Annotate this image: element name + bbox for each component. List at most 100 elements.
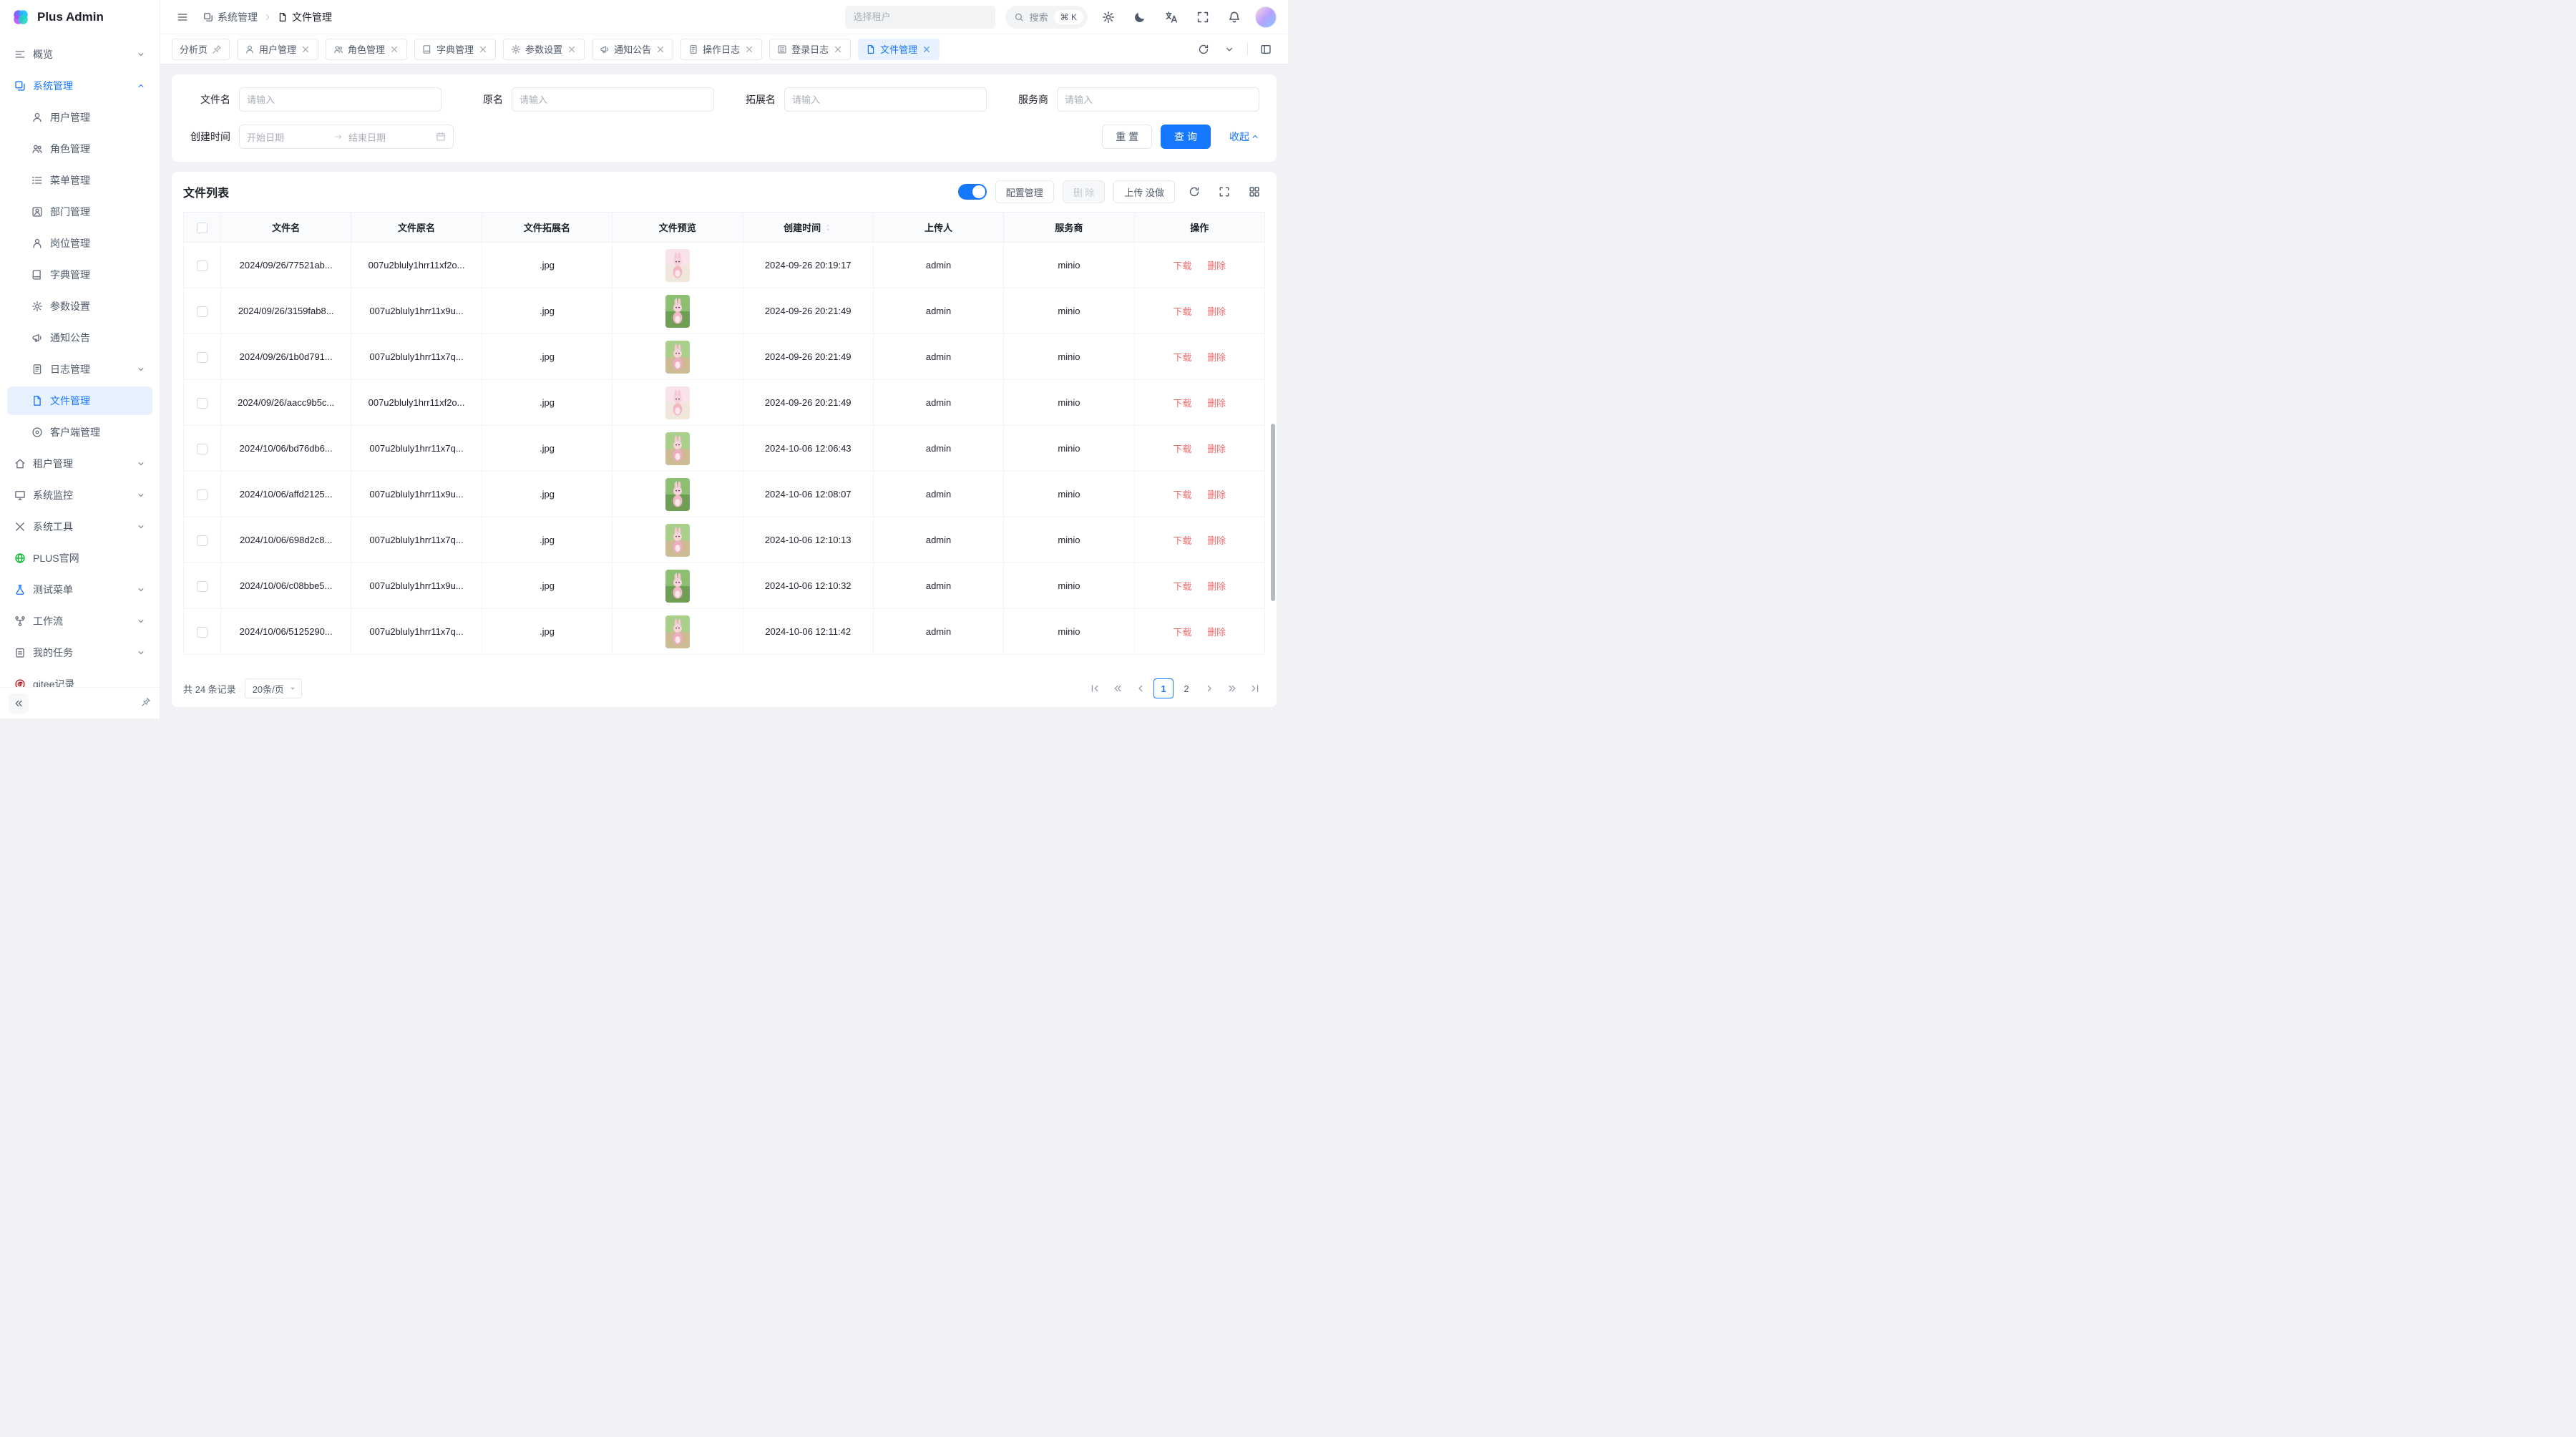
tab-op-log[interactable]: 操作日志 [680, 39, 762, 60]
filter-original-name-input[interactable] [512, 87, 714, 112]
row-delete-link[interactable]: 删除 [1207, 489, 1226, 500]
tab-menu-button[interactable] [1219, 39, 1240, 60]
upload-button[interactable]: 上传 没做 [1113, 180, 1175, 203]
page-number-1[interactable]: 1 [1153, 678, 1174, 698]
file-preview-thumbnail[interactable] [665, 386, 690, 419]
download-link[interactable]: 下载 [1173, 627, 1191, 638]
refresh-tab-button[interactable] [1193, 39, 1214, 60]
tab-close-icon[interactable] [655, 44, 665, 54]
collapse-filter-link[interactable]: 收起 [1229, 130, 1259, 144]
row-delete-link[interactable]: 删除 [1207, 581, 1226, 592]
download-link[interactable]: 下载 [1173, 398, 1191, 409]
sidebar-collapse-button[interactable] [9, 693, 29, 713]
config-management-button[interactable]: 配置管理 [995, 180, 1054, 203]
menu-toggle-button[interactable] [172, 6, 193, 28]
row-checkbox[interactable] [197, 489, 208, 500]
row-checkbox[interactable] [197, 398, 208, 409]
row-checkbox[interactable] [197, 627, 208, 638]
select-all-checkbox[interactable] [197, 223, 208, 233]
file-preview-thumbnail[interactable] [665, 524, 690, 557]
tab-close-icon[interactable] [478, 44, 488, 54]
row-delete-link[interactable]: 删除 [1207, 352, 1226, 363]
next-page-button[interactable] [1199, 678, 1219, 698]
file-preview-thumbnail[interactable] [665, 432, 690, 465]
tab-close-icon[interactable] [744, 44, 754, 54]
download-link[interactable]: 下载 [1173, 535, 1191, 546]
tab-close-icon[interactable] [389, 44, 399, 54]
sidebar-item-client-mgmt[interactable]: 客户端管理 [7, 418, 152, 447]
row-delete-link[interactable]: 删除 [1207, 535, 1226, 546]
file-preview-thumbnail[interactable] [665, 249, 690, 282]
row-delete-link[interactable]: 删除 [1207, 627, 1226, 638]
tab-close-icon[interactable] [301, 44, 311, 54]
sidebar-item-param-settings[interactable]: 参数设置 [7, 292, 152, 321]
sidebar-item-dept-mgmt[interactable]: 部门管理 [7, 198, 152, 226]
row-delete-link[interactable]: 删除 [1207, 260, 1226, 271]
tab-close-icon[interactable] [833, 44, 843, 54]
sidebar-item-post-mgmt[interactable]: 岗位管理 [7, 229, 152, 258]
download-link[interactable]: 下载 [1173, 581, 1191, 592]
sidebar-item-file-mgmt[interactable]: 文件管理 [7, 386, 152, 415]
row-delete-link[interactable]: 删除 [1207, 398, 1226, 409]
sidebar-item-log-mgmt[interactable]: 日志管理 [7, 355, 152, 384]
download-link[interactable]: 下载 [1173, 444, 1191, 454]
filter-file-name-input[interactable] [239, 87, 441, 112]
first-page-button[interactable] [1085, 678, 1105, 698]
filter-extension-input[interactable] [784, 87, 987, 112]
create-time-range-picker[interactable]: 开始日期 结束日期 [239, 125, 454, 149]
download-link[interactable]: 下载 [1173, 489, 1191, 500]
reset-button[interactable]: 重 置 [1102, 125, 1152, 149]
tab-file-mgmt[interactable]: 文件管理 [858, 39, 940, 60]
last-page-button[interactable] [1245, 678, 1265, 698]
tab-pin-icon[interactable] [212, 44, 222, 54]
file-preview-thumbnail[interactable] [665, 341, 690, 374]
global-search-button[interactable]: 搜索 ⌘ K [1005, 6, 1088, 29]
row-checkbox[interactable] [197, 260, 208, 271]
layout-panel-button[interactable] [1255, 39, 1277, 60]
sidebar-item-user-mgmt[interactable]: 用户管理 [7, 103, 152, 132]
page-size-select[interactable]: 20条/页 [245, 678, 302, 698]
tab-notice[interactable]: 通知公告 [592, 39, 673, 60]
fullscreen-button[interactable] [1192, 6, 1214, 28]
filter-provider-input[interactable] [1057, 87, 1259, 112]
download-link[interactable]: 下载 [1173, 352, 1191, 363]
sidebar-item-test-menu[interactable]: 测试菜单 [7, 575, 152, 604]
sidebar-item-menu-mgmt[interactable]: 菜单管理 [7, 166, 152, 195]
sidebar-item-my-tasks[interactable]: 我的任务 [7, 638, 152, 667]
tab-user-mgmt[interactable]: 用户管理 [237, 39, 318, 60]
page-number-2[interactable]: 2 [1176, 678, 1196, 698]
sidebar-item-system-tools[interactable]: 系统工具 [7, 512, 152, 541]
download-link[interactable]: 下载 [1173, 260, 1191, 271]
column-header[interactable]: 创建时间 [743, 213, 873, 243]
sidebar-item-gitee-record[interactable]: gitee记录 [7, 670, 152, 687]
notifications-button[interactable] [1224, 6, 1245, 28]
download-link[interactable]: 下载 [1173, 306, 1191, 317]
tab-analysis[interactable]: 分析页 [172, 39, 230, 60]
tab-dict-mgmt[interactable]: 字典管理 [414, 39, 496, 60]
tab-close-icon[interactable] [922, 44, 932, 54]
sidebar-item-overview[interactable]: 概览 [7, 40, 152, 69]
batch-delete-button[interactable]: 删 除 [1063, 180, 1106, 203]
table-scrollbar-thumb[interactable] [1271, 424, 1275, 601]
row-checkbox[interactable] [197, 444, 208, 454]
sidebar-item-system-monitor[interactable]: 系统监控 [7, 481, 152, 510]
row-checkbox[interactable] [197, 535, 208, 546]
file-preview-thumbnail[interactable] [665, 295, 690, 328]
query-button[interactable]: 查 询 [1161, 125, 1211, 149]
breadcrumb-system-mgmt[interactable]: 系统管理 [203, 10, 258, 24]
table-fullscreen-button[interactable] [1214, 181, 1235, 203]
row-checkbox[interactable] [197, 306, 208, 317]
user-avatar[interactable] [1255, 6, 1277, 28]
sidebar-item-plus-website[interactable]: PLUS官网 [7, 544, 152, 573]
sidebar-item-dict-mgmt[interactable]: 字典管理 [7, 260, 152, 289]
stripe-toggle[interactable] [958, 184, 987, 200]
sidebar-item-tenant-mgmt[interactable]: 租户管理 [7, 449, 152, 478]
table-refresh-button[interactable] [1184, 181, 1205, 203]
tab-role-mgmt[interactable]: 角色管理 [326, 39, 407, 60]
row-checkbox[interactable] [197, 581, 208, 592]
sidebar-item-notice[interactable]: 通知公告 [7, 323, 152, 352]
row-delete-link[interactable]: 删除 [1207, 306, 1226, 317]
tab-param-settings[interactable]: 参数设置 [503, 39, 585, 60]
tenant-select-input[interactable] [845, 6, 995, 29]
sidebar-pin-button[interactable] [141, 697, 151, 709]
